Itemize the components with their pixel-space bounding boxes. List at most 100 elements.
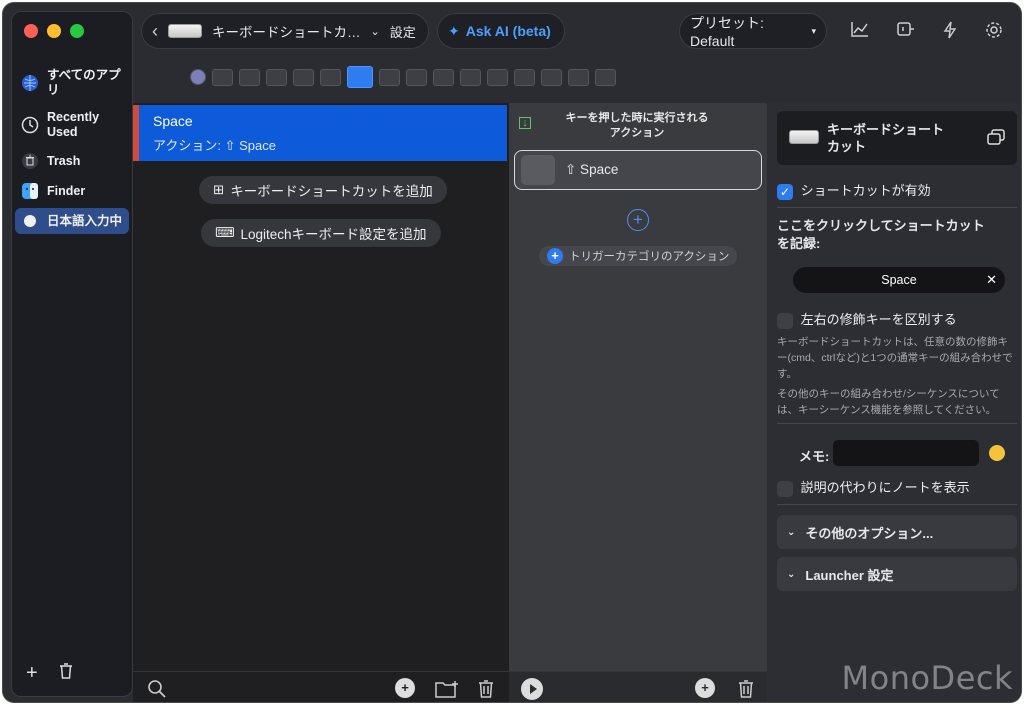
delete-app-button[interactable] xyxy=(58,662,74,686)
preset-label: プリセット: Default xyxy=(690,15,764,49)
new-folder-icon[interactable] xyxy=(435,680,459,701)
preset-dropdown[interactable]: プリセット: Default ▾ xyxy=(679,13,827,49)
clock-icon xyxy=(21,116,39,134)
memo-input[interactable] xyxy=(833,440,979,466)
finder-icon xyxy=(21,182,39,200)
show-note-checkbox-row[interactable]: 説明の代わりにノートを表示 xyxy=(777,477,970,497)
zoom-window-button[interactable] xyxy=(70,24,84,38)
show-note-checkbox[interactable] xyxy=(777,480,793,497)
sidebar-item-all-apps[interactable]: すべてのアプリ xyxy=(15,64,129,102)
lightning-icon[interactable] xyxy=(943,21,957,42)
list-footer: + xyxy=(133,671,509,702)
device-grid-icon[interactable] xyxy=(514,68,535,86)
ask-ai-button[interactable]: ✦ Ask AI (beta) xyxy=(437,13,565,49)
device-remote-icon[interactable] xyxy=(379,68,400,86)
trigger-category-label: トリガーカテゴリのアクション xyxy=(569,251,730,263)
enabled-checkbox[interactable]: ✓ xyxy=(777,183,793,200)
launcher-settings-expander[interactable]: ⌄ Launcher 設定 xyxy=(777,557,1017,591)
action-thumbnail xyxy=(521,155,555,185)
copy-icon[interactable] xyxy=(987,129,1005,148)
add-shortcut-button[interactable]: ⊞ キーボードショートカットを追加 xyxy=(199,176,447,204)
sidebar-item-trash[interactable]: Trash xyxy=(15,148,129,174)
add-action-button[interactable]: + xyxy=(627,209,649,231)
trash-icon[interactable] xyxy=(477,679,495,702)
divider xyxy=(777,504,1017,505)
emoji-icon[interactable] xyxy=(989,445,1005,461)
device-dots-icon[interactable] xyxy=(487,68,508,86)
sidebar-item-japanese-input[interactable]: 日本語入力中 xyxy=(15,208,129,234)
distinguish-checkbox[interactable] xyxy=(777,312,793,329)
shortcut-recorder[interactable]: Space ✕ xyxy=(793,267,1005,293)
other-options-label: その他のオプション... xyxy=(805,525,934,541)
help-note-1: キーボードショートカットは、任意の数の修飾キー(cmd、ctrlなど)と1つの通… xyxy=(777,336,1013,380)
plus-icon: + xyxy=(547,248,563,264)
app-window: すべてのアプリ Recently Used Trash Finder 日本語入力… xyxy=(2,2,1022,703)
play-icon[interactable] xyxy=(521,678,543,700)
sidebar-item-recently-used[interactable]: Recently Used xyxy=(15,106,129,144)
keyboard-icon xyxy=(789,130,819,144)
add-circle-icon[interactable]: + xyxy=(695,678,715,698)
device-keypad-icon[interactable] xyxy=(266,68,287,86)
device-selector[interactable]: ‹ キーボードショートカ… ⌄ 設定 xyxy=(141,13,429,49)
card-title: キーボードショート カット xyxy=(827,122,945,154)
window-controls xyxy=(24,24,84,38)
device-ai-icon[interactable] xyxy=(595,68,616,86)
download-icon[interactable]: ↓ xyxy=(519,117,531,129)
action-footer: + xyxy=(509,671,767,702)
sidebar-footer: + xyxy=(26,662,74,686)
circle-icon xyxy=(21,212,39,230)
action-label: ⇧ Space xyxy=(565,162,619,177)
device-name: キーボードショートカ… xyxy=(212,25,361,40)
add-box-icon: ⊞ xyxy=(213,182,225,197)
divider xyxy=(777,423,1017,424)
device-trackpad-icon[interactable] xyxy=(212,68,233,86)
trash-icon xyxy=(21,152,39,170)
shortcut-type-card: キーボードショート カット xyxy=(777,111,1017,165)
distinguish-checkbox-row[interactable]: 左右の修飾キーを区別する xyxy=(777,309,957,329)
clear-icon[interactable]: ✕ xyxy=(986,272,997,288)
device-mouse-alt-icon[interactable] xyxy=(406,68,427,86)
device-magic-mouse-icon[interactable] xyxy=(293,68,314,86)
enabled-checkbox-row[interactable]: ✓ ショートカットが有効 xyxy=(777,180,931,200)
chevron-down-icon[interactable]: ⌄ xyxy=(371,25,380,38)
shortcut-row-selected[interactable]: Space アクション: ⇧ Space xyxy=(133,105,507,161)
device-terminal-icon[interactable] xyxy=(460,68,481,86)
add-circle-icon[interactable]: + xyxy=(395,678,415,698)
device-mouse-icon[interactable] xyxy=(190,69,206,85)
device-touchbar-icon[interactable] xyxy=(433,68,454,86)
action-panel: ↓ キーを押した時に実行される アクション ⇧ Space + + トリガーカテ… xyxy=(509,103,767,671)
minimize-window-button[interactable] xyxy=(47,24,61,38)
add-logitech-button[interactable]: ⌨ Logitechキーボード設定を追加 xyxy=(201,219,441,247)
action-item[interactable]: ⇧ Space xyxy=(514,150,762,190)
settings-button[interactable]: 設定 xyxy=(390,22,416,41)
ask-ai-label: Ask AI (beta) xyxy=(465,23,551,39)
add-app-button[interactable]: + xyxy=(26,662,38,686)
device-star-icon[interactable] xyxy=(541,68,562,86)
gear-icon[interactable] xyxy=(985,21,1003,42)
device-keyboard-icon[interactable] xyxy=(347,66,373,88)
close-window-button[interactable] xyxy=(24,24,38,38)
watermark: MonoDeck xyxy=(841,659,1013,697)
chevron-left-icon[interactable]: ‹ xyxy=(152,22,158,40)
chart-icon[interactable] xyxy=(851,21,869,42)
trash-icon[interactable] xyxy=(737,679,755,702)
record-label: ここをクリックしてショートカット を記録: xyxy=(777,218,985,251)
export-icon[interactable] xyxy=(897,21,915,42)
sidebar-list: すべてのアプリ Recently Used Trash Finder 日本語入力… xyxy=(15,64,129,238)
sidebar: すべてのアプリ Recently Used Trash Finder 日本語入力… xyxy=(11,11,133,697)
sidebar-item-label: Finder xyxy=(47,183,86,198)
sidebar-item-label: 日本語入力中 xyxy=(47,213,123,228)
shortcut-list: Space アクション: ⇧ Space ⊞ キーボードショートカットを追加 ⌨… xyxy=(133,103,509,671)
dropdown-arrow-icon: ▾ xyxy=(811,25,816,36)
shortcut-subtitle: アクション: ⇧ Space xyxy=(153,138,276,153)
device-keyboard-small-icon[interactable] xyxy=(320,68,341,86)
add-logitech-label: Logitechキーボード設定を追加 xyxy=(240,227,427,242)
trigger-category-button[interactable]: + トリガーカテゴリのアクション xyxy=(539,246,738,266)
device-streamdeck-icon[interactable] xyxy=(239,68,260,86)
other-options-expander[interactable]: ⌄ その他のオプション... xyxy=(777,515,1017,549)
sidebar-item-finder[interactable]: Finder xyxy=(15,178,129,204)
sidebar-item-label: Recently Used xyxy=(47,110,100,139)
divider xyxy=(777,207,1017,208)
search-icon[interactable] xyxy=(147,679,167,702)
device-chip-icon[interactable] xyxy=(568,68,589,86)
